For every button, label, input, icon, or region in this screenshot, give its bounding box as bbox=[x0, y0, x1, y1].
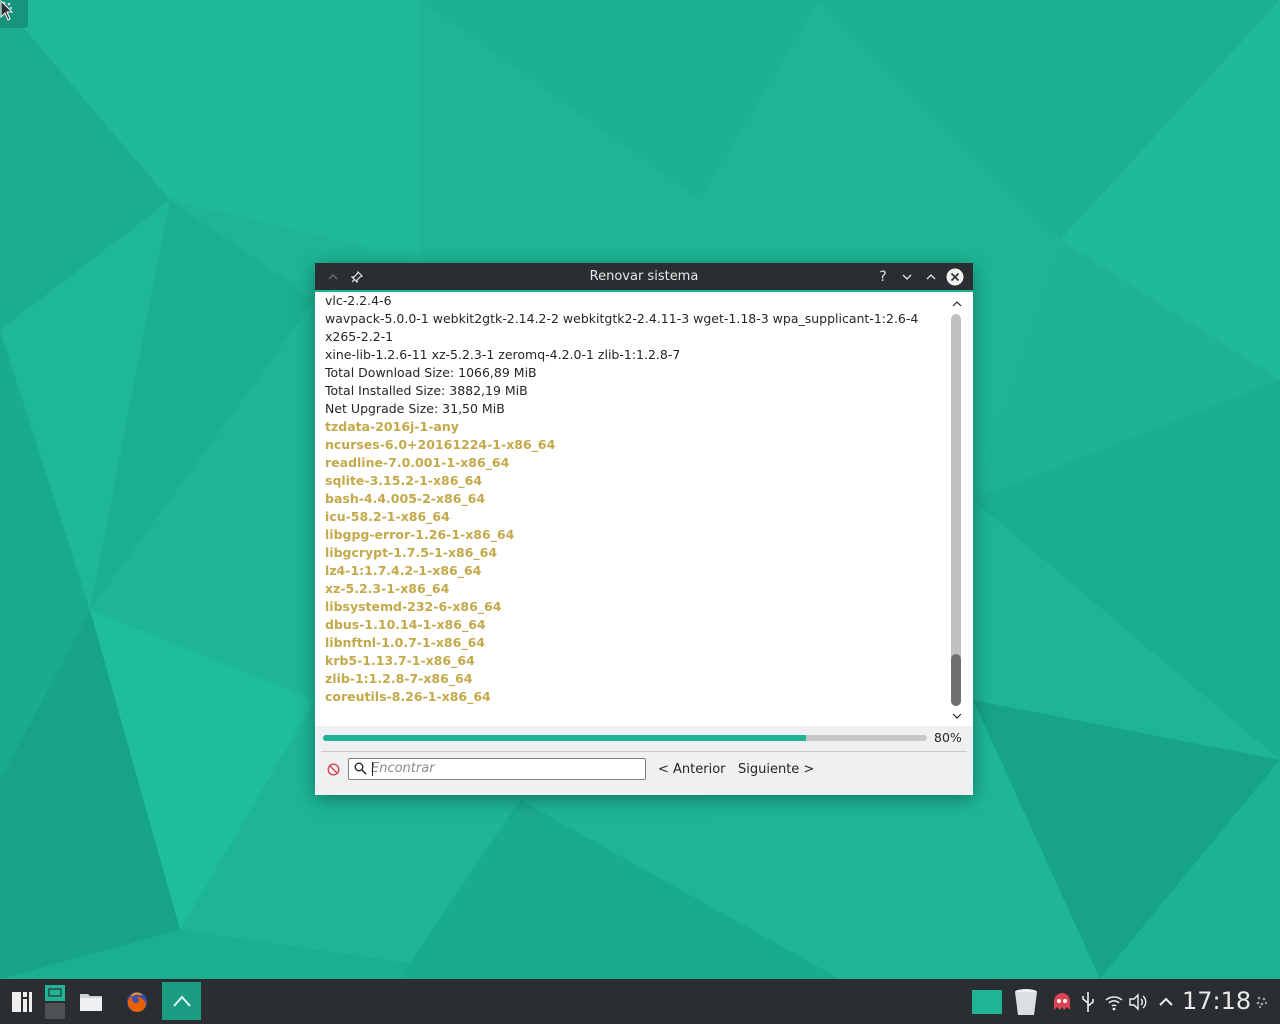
package-line: krb5-1.13.7-1-x86_64 bbox=[325, 653, 475, 668]
scroll-track[interactable] bbox=[951, 314, 961, 706]
minimize-icon bbox=[902, 274, 912, 280]
find-input[interactable] bbox=[371, 760, 639, 776]
file-manager-task[interactable] bbox=[76, 987, 106, 1017]
volume-icon bbox=[1129, 993, 1147, 1011]
package-line: libgpg-error-1.26-1-x86_64 bbox=[325, 527, 515, 542]
firefox-icon bbox=[127, 992, 147, 1013]
package-line: sqlite-3.15.2-1-x86_64 bbox=[325, 473, 483, 488]
app-launcher-icon bbox=[12, 992, 32, 1012]
close-button[interactable] bbox=[945, 267, 965, 287]
help-button[interactable]: ? bbox=[873, 267, 893, 287]
package-line: libnftnl-1.0.7-1-x86_64 bbox=[325, 635, 485, 650]
minimize-button[interactable] bbox=[897, 267, 917, 287]
usb-icon bbox=[1082, 992, 1094, 1012]
log-scrollbar[interactable] bbox=[949, 292, 965, 726]
plasma-toolbox-icon bbox=[1256, 996, 1268, 1009]
chevron-down-icon bbox=[952, 713, 962, 719]
pager-icon bbox=[45, 985, 65, 1019]
mouse-cursor bbox=[0, 0, 14, 21]
titlebar[interactable]: Renovar sistema ? bbox=[315, 263, 973, 292]
log-line: Total Installed Size: 3882,19 MiB bbox=[325, 383, 528, 398]
panel-toolbox-button[interactable] bbox=[1252, 992, 1272, 1012]
log-line: Net Upgrade Size: 31,50 MiB bbox=[325, 401, 505, 416]
scroll-down-button[interactable] bbox=[949, 709, 965, 723]
log-lines: vlc-2.2.4-6 wavpack-5.0.0-1 webkit2gtk-2.… bbox=[325, 292, 945, 706]
tray-expand-icon bbox=[1159, 997, 1173, 1006]
maximize-icon bbox=[926, 274, 936, 280]
search-icon bbox=[354, 762, 367, 775]
chevron-up-icon bbox=[952, 300, 962, 306]
package-line: dbus-1.10.14-1-x86_64 bbox=[325, 617, 486, 632]
volume-tray[interactable] bbox=[1126, 990, 1150, 1014]
package-line: ncurses-6.0+20161224-1-x86_64 bbox=[325, 437, 556, 452]
scroll-thumb[interactable] bbox=[951, 654, 961, 706]
pamac-tray[interactable] bbox=[1050, 990, 1074, 1014]
software-update-task[interactable] bbox=[162, 982, 201, 1020]
network-icon bbox=[1105, 996, 1123, 1011]
divider bbox=[321, 751, 967, 752]
progress-bar bbox=[323, 735, 927, 741]
app-launcher-button[interactable] bbox=[8, 988, 36, 1016]
network-tray[interactable] bbox=[1102, 990, 1126, 1014]
log-line: vlc-2.2.4-6 bbox=[325, 293, 392, 308]
clear-find-button[interactable] bbox=[327, 761, 340, 780]
file-manager-icon bbox=[80, 994, 102, 1011]
software-update-icon bbox=[172, 995, 191, 1007]
show-desktop-button[interactable] bbox=[972, 990, 1002, 1014]
progress-percent: 80% bbox=[934, 730, 962, 745]
log-line: wavpack-5.0.0-1 webkit2gtk-2.14.2-2 webk… bbox=[325, 311, 919, 326]
package-line: readline-7.0.001-1-x86_64 bbox=[325, 455, 510, 470]
log-line: x265-2.2-1 bbox=[325, 329, 394, 344]
text-caret bbox=[372, 762, 373, 776]
help-icon: ? bbox=[879, 269, 887, 285]
update-dialog: Renovar sistema ? vlc-2.2.4-6 wavpack-5.0… bbox=[315, 263, 973, 795]
progress-fill bbox=[323, 735, 807, 741]
firefox-task[interactable] bbox=[122, 987, 152, 1017]
package-line: xz-5.2.3-1-x86_64 bbox=[325, 581, 450, 596]
package-line: tzdata-2016j-1-any bbox=[325, 419, 459, 434]
pager[interactable] bbox=[44, 984, 66, 1020]
taskbar: 17:18 bbox=[0, 979, 1280, 1024]
package-line: bash-4.4.005-2-x86_64 bbox=[325, 491, 486, 506]
log-line: Total Download Size: 1066,89 MiB bbox=[325, 365, 537, 380]
package-line: libsystemd-232-6-x86_64 bbox=[325, 599, 502, 614]
trash-icon bbox=[1015, 989, 1037, 1015]
tray-expand-button[interactable] bbox=[1154, 990, 1178, 1014]
usb-tray[interactable] bbox=[1078, 990, 1098, 1014]
progress-row: 80% bbox=[315, 729, 973, 749]
find-field[interactable] bbox=[348, 758, 646, 780]
close-icon bbox=[946, 268, 964, 286]
package-line: coreutils-8.26-1-x86_64 bbox=[325, 689, 491, 704]
digital-clock[interactable]: 17:18 bbox=[1182, 979, 1251, 1024]
package-line: lz4-1:1.7.4.2-1-x86_64 bbox=[325, 563, 482, 578]
package-line: icu-58.2-1-x86_64 bbox=[325, 509, 450, 524]
package-line: zlib-1:1.2.8-7-x86_64 bbox=[325, 671, 473, 686]
next-button[interactable]: Siguiente > bbox=[738, 760, 814, 780]
maximize-button[interactable] bbox=[921, 267, 941, 287]
output-log[interactable]: vlc-2.2.4-6 wavpack-5.0.0-1 webkit2gtk-2.… bbox=[315, 292, 973, 726]
find-bar: < Anterior Siguiente > bbox=[315, 755, 973, 785]
stop-icon bbox=[327, 763, 340, 776]
log-line: xine-lib-1.2.6-11 xz-5.2.3-1 zeromq-4.2.… bbox=[325, 347, 681, 362]
trash-button[interactable] bbox=[1012, 986, 1040, 1018]
previous-button[interactable]: < Anterior bbox=[658, 760, 726, 780]
show-desktop-icon bbox=[972, 990, 1002, 1014]
pamac-icon bbox=[1054, 993, 1070, 1010]
package-line: libgcrypt-1.7.5-1-x86_64 bbox=[325, 545, 498, 560]
scroll-up-button[interactable] bbox=[949, 296, 965, 310]
